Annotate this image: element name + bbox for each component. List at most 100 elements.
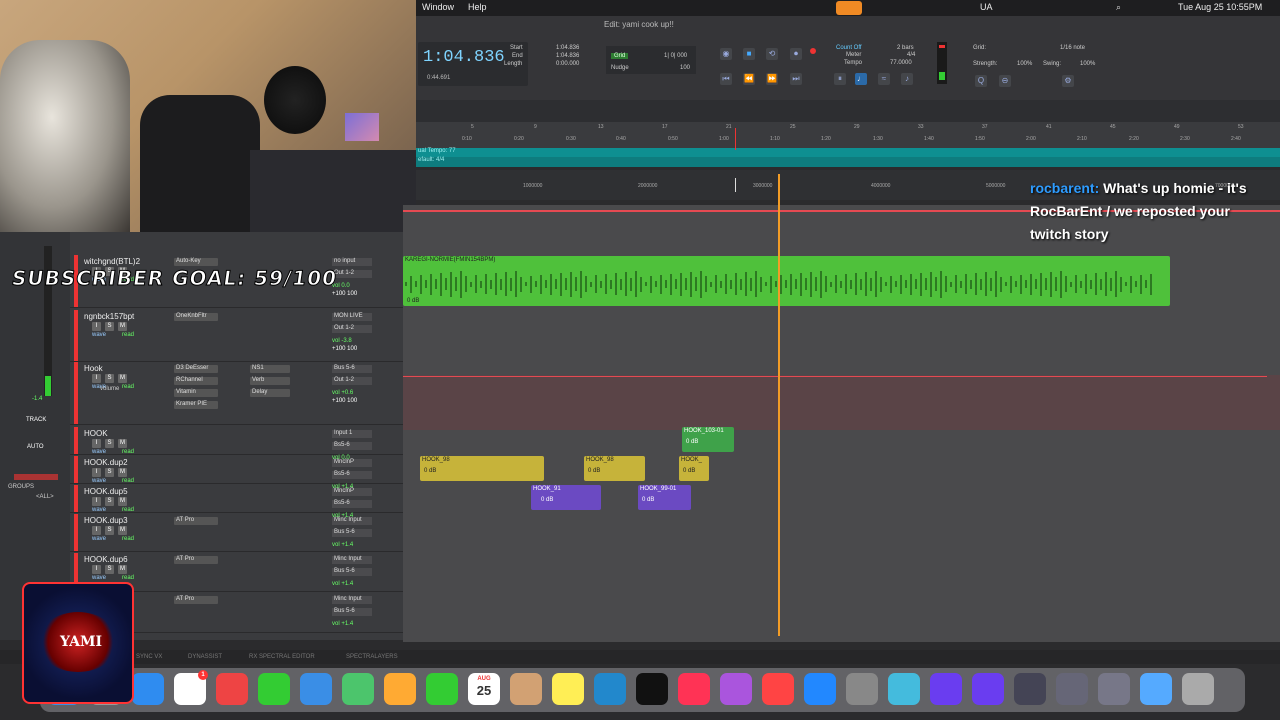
timeline-ruler[interactable]: 5 9 13 17 21 25 29 33 37 41 45 49 53 0:10 0:20 0:30 0:4… — [416, 122, 1280, 148]
tempo-ruler[interactable]: ual Tempo: 77 — [416, 148, 1280, 157]
track-automation-mode[interactable]: read — [122, 332, 134, 338]
track-name[interactable]: HOOK.dup3 — [84, 516, 128, 525]
track-m-button[interactable]: M — [118, 565, 127, 574]
menu-window[interactable]: Window — [422, 2, 454, 12]
wait-for-note-button[interactable]: ≈ — [878, 73, 890, 85]
dock-app-files[interactable] — [1140, 673, 1172, 705]
pan-value[interactable]: +100 100 — [332, 346, 357, 352]
swing-value[interactable]: 100% — [1080, 61, 1095, 67]
input-selector[interactable]: MnclnP — [332, 459, 372, 467]
dock-app-avid[interactable] — [1056, 673, 1088, 705]
gear-icon[interactable]: ⚙ — [1062, 75, 1074, 87]
output-selector[interactable]: Bus 5-6 — [332, 608, 372, 616]
hook-99-clip[interactable]: HOOK_99-01 0 dB — [638, 485, 691, 510]
insert-slot[interactable]: AT Pro — [174, 596, 218, 604]
count-off-bars[interactable]: 2 bars — [897, 45, 914, 51]
start-value[interactable]: 1:04.836 — [556, 45, 579, 51]
volume-value[interactable]: vol +1.4 — [332, 542, 353, 548]
output-selector[interactable]: Out 1-2 — [332, 377, 372, 385]
track-automation-mode[interactable]: read — [122, 536, 134, 542]
quantize-icon[interactable]: Q — [975, 75, 987, 87]
dock-app-pro-tools[interactable] — [930, 673, 962, 705]
dock-app-avid[interactable] — [1098, 673, 1130, 705]
plugin-spectralayers[interactable]: SPECTRALAYERS — [346, 654, 398, 660]
insert-slot[interactable]: AT Pro — [174, 556, 218, 564]
track-view-selector[interactable]: wave — [92, 478, 106, 484]
track-automation-mode[interactable]: read — [122, 384, 134, 390]
loop-button[interactable]: ⟲ — [766, 48, 778, 60]
dock-app-news[interactable] — [762, 673, 794, 705]
dock-app-maps[interactable] — [342, 673, 374, 705]
grid-mode-badge[interactable]: Grid — [611, 53, 629, 59]
dock-app-pro-tools[interactable] — [972, 673, 1004, 705]
search-icon[interactable]: ⌕ — [1116, 2, 1121, 13]
fast-forward-button[interactable]: ⏩ — [766, 73, 778, 85]
input-selector[interactable]: Bus 5-6 — [332, 365, 372, 373]
automation-lane-label[interactable]: volume — [100, 386, 119, 392]
track-name[interactable]: HOOK.dup2 — [84, 458, 128, 467]
length-value[interactable]: 0:00.000 — [556, 61, 579, 67]
track-view-selector[interactable]: wave — [92, 332, 106, 338]
track-s-button[interactable]: S — [105, 322, 114, 331]
input-selector[interactable]: Minc Input — [332, 596, 372, 604]
track-row[interactable]: Hook I S Mwave read D3 DeEsser RChannel Vitamin… — [70, 362, 403, 425]
track-m-button[interactable]: M — [118, 526, 127, 535]
track-name[interactable]: ngnbck157bpt — [84, 312, 134, 321]
playhead-cursor[interactable] — [778, 174, 780, 636]
track-i-button[interactable]: I — [92, 374, 101, 383]
menubar-datetime[interactable]: Tue Aug 25 10:55PM — [1178, 2, 1262, 12]
mic-status-icon[interactable] — [836, 1, 862, 15]
meter-ruler[interactable]: efault: 4/4 — [416, 157, 1280, 167]
track-s-button[interactable]: S — [105, 497, 114, 506]
track-name[interactable]: HOOK.dup6 — [84, 555, 128, 564]
zoom-icon[interactable]: ⊖ — [999, 75, 1011, 87]
track-name[interactable]: witchgnd(BTL)2 — [84, 257, 140, 266]
track-s-button[interactable]: S — [105, 374, 114, 383]
volume-value[interactable]: vol +1.4 — [332, 581, 353, 587]
dock-app-photos[interactable] — [384, 673, 416, 705]
input-selector[interactable]: MnclnP — [332, 488, 372, 496]
track-i-button[interactable]: I — [92, 468, 101, 477]
dock-app-reminders[interactable]: 1 — [174, 670, 208, 705]
hook-98-clip-b[interactable]: HOOK_98 0 dB — [584, 456, 645, 481]
track-s-button[interactable]: S — [105, 526, 114, 535]
dock-app-freeform[interactable] — [594, 673, 626, 705]
go-to-end-button[interactable]: ⏭ — [790, 73, 802, 85]
track-s-button[interactable]: S — [105, 565, 114, 574]
output-selector[interactable]: Bs5-6 — [332, 471, 372, 479]
dock-app-mail[interactable] — [300, 673, 332, 705]
dock-app-notes[interactable] — [552, 673, 584, 705]
beat-clip[interactable]: KAREGI-NORMIE(FMIN154BPM) 0 dB — [403, 256, 1170, 306]
track-row[interactable]: HOOK.dup3 I S Mwave read AT Pro Minc Input Bus … — [70, 514, 403, 552]
track-name[interactable]: HOOK.dup5 — [84, 487, 128, 496]
hook-small-clip[interactable]: HOOK_ 0 dB — [679, 456, 709, 481]
main-counter[interactable]: 1:04.836 — [423, 48, 505, 67]
volume-value[interactable]: vol -3.8 — [332, 338, 352, 344]
send-slot[interactable]: NS1 — [250, 365, 290, 373]
dock-app-tv[interactable] — [636, 673, 668, 705]
input-selector[interactable]: Minc Input — [332, 556, 372, 564]
hook-98-clip-a[interactable]: HOOK_98 0 dB — [420, 456, 544, 481]
track-i-button[interactable]: I — [92, 497, 101, 506]
track-m-button[interactable]: M — [118, 468, 127, 477]
ua-icon[interactable]: UA — [980, 2, 993, 12]
track-s-button[interactable]: S — [105, 468, 114, 477]
rewind-button[interactable]: ⏪ — [743, 73, 755, 85]
tempo-value[interactable]: 77.0000 — [890, 60, 912, 66]
track-m-button[interactable]: M — [118, 322, 127, 331]
record-arm-button[interactable]: ⏺ — [790, 48, 802, 60]
track-m-button[interactable]: M — [118, 374, 127, 383]
hook-103-clip[interactable]: HOOK_103-01 0 dB — [682, 427, 734, 452]
conductor-button[interactable]: ♩ — [855, 73, 867, 85]
online-button[interactable]: ◉ — [720, 48, 732, 60]
track-automation-mode[interactable]: read — [122, 449, 134, 455]
midi-merge-button[interactable]: ⏸ — [834, 73, 846, 85]
output-selector[interactable]: Out 1-2 — [332, 325, 372, 333]
track-automation-mode[interactable]: read — [122, 575, 134, 581]
track-name[interactable]: HOOK — [84, 429, 108, 438]
track-s-button[interactable]: S — [105, 439, 114, 448]
volume-value[interactable]: vol +0.6 — [332, 390, 353, 396]
dock-app-system-settings[interactable] — [846, 673, 878, 705]
pan-value[interactable]: +100 100 — [332, 398, 357, 404]
track-i-button[interactable]: I — [92, 526, 101, 535]
